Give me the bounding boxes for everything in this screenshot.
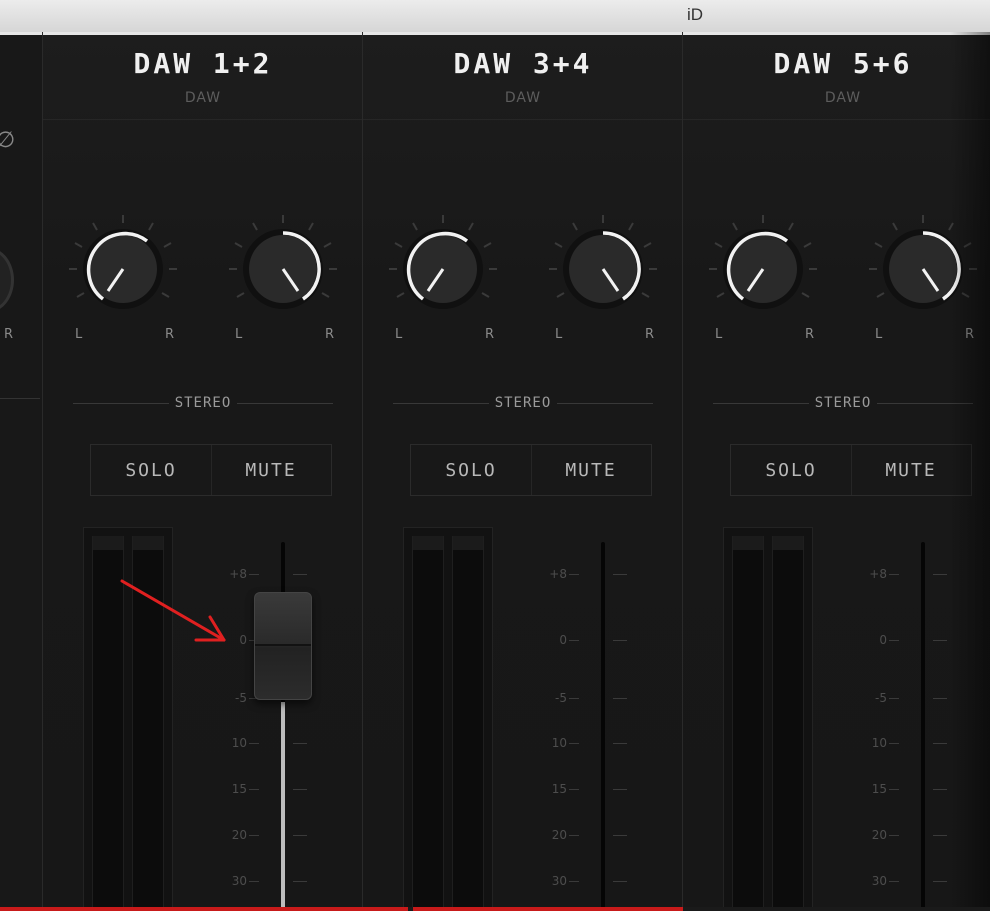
strip-type: DAW <box>504 90 542 106</box>
knob-r-label: R <box>325 327 335 342</box>
strip-partial-left: ∅ R <box>0 32 43 911</box>
fader-scale-mark: 30 <box>223 874 313 888</box>
fader-handle[interactable] <box>254 592 312 700</box>
knob-dial-icon <box>549 215 657 309</box>
stereo-link[interactable]: STEREO <box>73 394 333 414</box>
fader-scale-mark: 15 <box>543 782 633 796</box>
strip-name: DAW 1+2 <box>133 47 273 80</box>
fader-scale-mark: 0 <box>863 633 953 647</box>
fader-scale-mark: 10 <box>543 736 633 750</box>
fader-scale-mark: 30 <box>543 874 633 888</box>
mute-button[interactable]: MUTE <box>211 445 331 495</box>
strip-header[interactable]: DAW 5+6 DAW <box>683 35 990 120</box>
knob-l-label: L <box>875 327 883 342</box>
pan-knob-right[interactable] <box>863 207 983 347</box>
strip-header[interactable]: DAW 3+4 DAW <box>363 35 683 120</box>
knob-r-label: R <box>645 327 655 342</box>
channel-strip-daw-3-4: DAW 3+4 DAW L R L R STEREO SOLO MUTE +8 … <box>362 32 683 911</box>
mixer-area: ∅ R DAW 1+2 DAW <box>0 32 990 911</box>
fader-track[interactable] <box>921 542 925 911</box>
solo-button[interactable]: SOLO <box>731 445 852 495</box>
fader-scale-mark: 0 <box>543 633 633 647</box>
fader-scale-mark: +8 <box>863 567 953 581</box>
pan-knob-left[interactable] <box>63 207 183 347</box>
pan-knob-right[interactable] <box>223 207 343 347</box>
knob-r-label: R <box>165 327 175 342</box>
level-meter <box>723 527 813 911</box>
fader-scale-mark: +8 <box>223 567 313 581</box>
solo-button[interactable]: SOLO <box>411 445 532 495</box>
knob-partial[interactable] <box>0 247 14 313</box>
fader-track[interactable] <box>601 542 605 911</box>
knob-dial-icon <box>229 215 337 309</box>
channel-strip-daw-1-2: DAW 1+2 DAW L R L R STEREO SOLO MUTE +8 … <box>42 32 363 911</box>
fader-scale-mark: 15 <box>223 782 313 796</box>
knob-l-label: L <box>395 327 403 342</box>
pan-knob-left[interactable] <box>703 207 823 347</box>
solo-mute-group: SOLO MUTE <box>90 444 332 496</box>
phase-invert-icon[interactable]: ∅ <box>0 128 15 153</box>
window-title: iD <box>686 5 704 24</box>
knob-l-label: L <box>235 327 243 342</box>
knob-r-label: R <box>4 327 14 342</box>
knob-l-label: L <box>75 327 83 342</box>
fader-scale-mark: -5 <box>863 691 953 705</box>
mute-button[interactable]: MUTE <box>531 445 651 495</box>
strip-header[interactable]: DAW 1+2 DAW <box>43 35 363 120</box>
playback-progress-bar[interactable] <box>0 907 990 911</box>
knob-r-label: R <box>965 327 975 342</box>
level-meter <box>403 527 493 911</box>
knob-l-label: L <box>555 327 563 342</box>
knob-dial-icon <box>389 215 497 309</box>
solo-mute-group: SOLO MUTE <box>730 444 972 496</box>
fader-scale-mark: 15 <box>863 782 953 796</box>
knob-dial-icon <box>709 215 817 309</box>
stereo-link[interactable]: STEREO <box>393 394 653 414</box>
fader-scale-mark: 20 <box>863 828 953 842</box>
fader-scale-mark: 10 <box>863 736 953 750</box>
stereo-link[interactable]: STEREO <box>713 394 973 414</box>
fader-scale-mark: +8 <box>543 567 633 581</box>
mute-button[interactable]: MUTE <box>851 445 971 495</box>
solo-button[interactable]: SOLO <box>91 445 212 495</box>
level-meter <box>83 527 173 911</box>
window-titlebar: iD <box>0 0 990 33</box>
fader-scale-mark: 30 <box>863 874 953 888</box>
knob-r-label: R <box>805 327 815 342</box>
channel-strip-daw-5-6: DAW 5+6 DAW L R L R STEREO SOLO MUTE +8 … <box>682 32 990 911</box>
knob-r-label: R <box>485 327 495 342</box>
knob-l-label: L <box>715 327 723 342</box>
knob-dial-icon <box>69 215 177 309</box>
solo-mute-group: SOLO MUTE <box>410 444 652 496</box>
fader-scale-mark: 20 <box>223 828 313 842</box>
pan-knob-left[interactable] <box>383 207 503 347</box>
strip-type: DAW <box>824 90 862 106</box>
fader-scale-mark: 20 <box>543 828 633 842</box>
strip-name: DAW 3+4 <box>453 47 593 80</box>
pan-knob-right[interactable] <box>543 207 663 347</box>
strip-name: DAW 5+6 <box>773 47 913 80</box>
fader-scale-mark: -5 <box>543 691 633 705</box>
fader-scale-mark: 10 <box>223 736 313 750</box>
knob-dial-icon <box>869 215 977 309</box>
strip-type: DAW <box>184 90 222 106</box>
